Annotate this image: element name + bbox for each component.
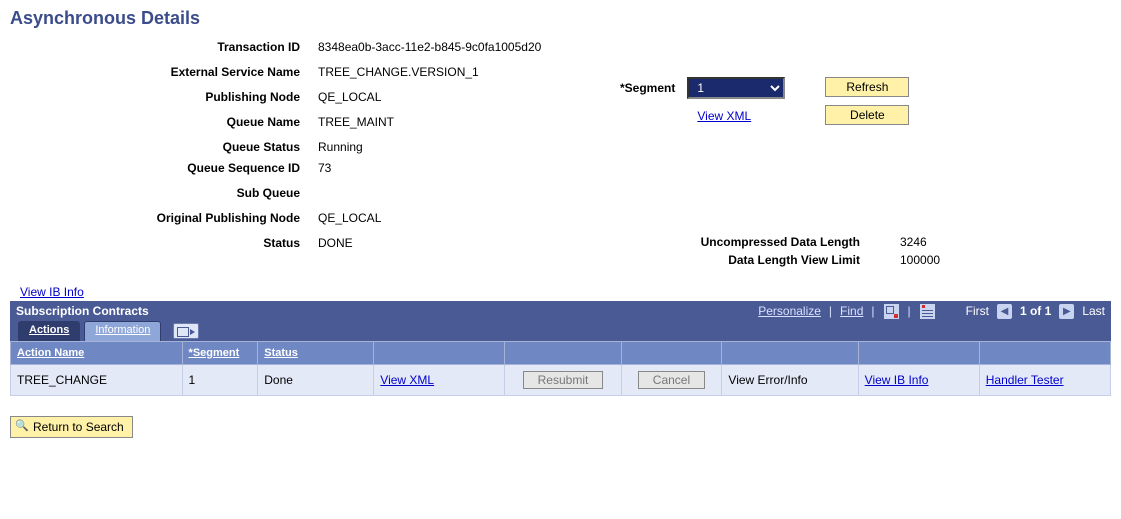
download-icon[interactable] [919, 303, 936, 320]
view-xml-link[interactable]: View XML [697, 109, 751, 123]
table-row: TREE_CHANGE 1 Done View XML Resubmit Can… [11, 365, 1111, 396]
search-icon [15, 420, 29, 434]
cell-view-error-info: View Error/Info [722, 365, 858, 396]
label-status: Status [10, 236, 318, 250]
label-segment: *Segment [620, 77, 675, 95]
col-status[interactable]: Status [258, 342, 374, 365]
cell-action-name: TREE_CHANGE [11, 365, 183, 396]
tab-actions[interactable]: Actions [18, 321, 80, 341]
col-blank-4 [722, 342, 858, 365]
col-segment[interactable]: *Segment [182, 342, 258, 365]
grid-first-label: First [966, 304, 989, 318]
value-publishing-node: QE_LOCAL [318, 90, 381, 104]
view-ib-info-link[interactable]: View IB Info [20, 285, 84, 299]
label-uncompressed-data-length: Uncompressed Data Length [620, 235, 900, 249]
value-uncompressed-data-length: 3246 [900, 235, 927, 249]
value-original-publishing-node: QE_LOCAL [318, 211, 381, 225]
col-blank-1 [374, 342, 505, 365]
grid-prev-button[interactable]: ◀ [997, 304, 1012, 319]
grid-title: Subscription Contracts [16, 304, 149, 318]
return-to-search-button[interactable]: Return to Search [10, 416, 133, 438]
grid-next-button[interactable]: ▶ [1059, 304, 1074, 319]
row-handler-tester-link[interactable]: Handler Tester [986, 373, 1064, 387]
delete-button[interactable]: Delete [825, 105, 909, 125]
value-queue-status: Running [318, 140, 363, 154]
label-queue-sequence-id: Queue Sequence ID [10, 161, 318, 175]
col-blank-2 [505, 342, 621, 365]
value-transaction-id: 8348ea0b-3acc-11e2-b845-9c0fa1005d20 [318, 40, 541, 54]
row-view-ib-info-link[interactable]: View IB Info [865, 373, 929, 387]
label-external-service-name: External Service Name [10, 65, 318, 79]
label-sub-queue: Sub Queue [10, 186, 318, 200]
label-data-length-view-limit: Data Length View Limit [620, 253, 900, 267]
grid-personalize-link[interactable]: Personalize [758, 304, 821, 318]
value-queue-name: TREE_MAINT [318, 115, 394, 129]
zoom-icon[interactable] [883, 303, 900, 320]
label-original-publishing-node: Original Publishing Node [10, 211, 318, 225]
grid-find-link[interactable]: Find [840, 304, 863, 318]
label-publishing-node: Publishing Node [10, 90, 318, 104]
row-view-xml-link[interactable]: View XML [380, 373, 434, 387]
value-external-service-name: TREE_CHANGE.VERSION_1 [318, 65, 479, 79]
col-action-name[interactable]: Action Name [11, 342, 183, 365]
row-resubmit-button[interactable]: Resubmit [523, 371, 604, 389]
cell-segment: 1 [182, 365, 258, 396]
value-status: DONE [318, 236, 353, 250]
segment-select[interactable]: 1 [687, 77, 785, 99]
grid-counter: 1 of 1 [1020, 304, 1051, 318]
show-all-columns-icon[interactable] [173, 323, 199, 339]
col-blank-6 [979, 342, 1110, 365]
grid-last-label: Last [1082, 304, 1105, 318]
value-data-length-view-limit: 100000 [900, 253, 940, 267]
label-queue-status: Queue Status [10, 140, 318, 154]
label-queue-name: Queue Name [10, 115, 318, 129]
col-blank-3 [621, 342, 722, 365]
refresh-button[interactable]: Refresh [825, 77, 909, 97]
label-transaction-id: Transaction ID [10, 40, 318, 54]
row-cancel-button[interactable]: Cancel [638, 371, 705, 389]
cell-status: Done [258, 365, 374, 396]
col-blank-5 [858, 342, 979, 365]
tab-information[interactable]: Information [84, 321, 161, 341]
value-queue-sequence-id: 73 [318, 161, 331, 175]
page-title: Asynchronous Details [10, 8, 1111, 29]
